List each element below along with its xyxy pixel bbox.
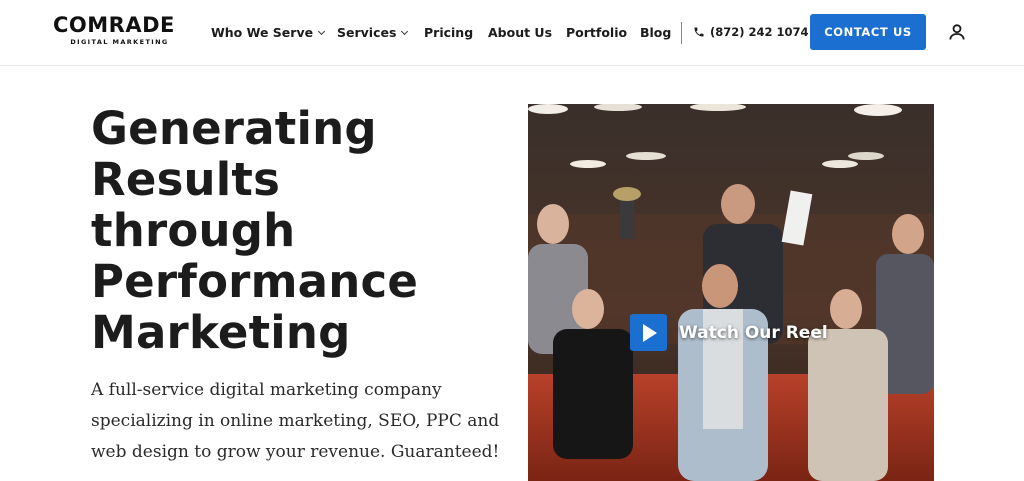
nav-item-label: Services	[337, 25, 397, 40]
hero-title-line: Results	[91, 153, 281, 206]
brand-name: COMRADE	[53, 13, 175, 37]
hero-title: Generating Results through Performance M…	[91, 103, 511, 358]
nav-item-about-us[interactable]: About Us	[488, 25, 552, 40]
nav-item-label: About Us	[488, 25, 553, 40]
nav-divider	[681, 22, 682, 44]
site-header: COMRADE DIGITAL MARKETING Who We Serve S…	[0, 0, 1024, 66]
hero-subtitle-line: A full-service digital marketing company	[91, 380, 442, 400]
hero-title-line: Performance	[91, 255, 419, 308]
nav-item-pricing[interactable]: Pricing	[424, 25, 473, 40]
nav-item-blog[interactable]: Blog	[640, 25, 671, 40]
brand-tagline: DIGITAL MARKETING	[70, 38, 169, 46]
chevron-down-icon	[318, 27, 326, 35]
hero-title-line: Generating	[91, 102, 377, 155]
watch-reel-label: Watch Our Reel	[679, 322, 828, 343]
nav-item-portfolio[interactable]: Portfolio	[566, 25, 627, 40]
hero-title-line: through	[91, 204, 296, 257]
phone-link[interactable]: (872) 242 1074	[693, 25, 809, 39]
nav-item-label: Portfolio	[566, 25, 628, 40]
watch-reel-button[interactable]: Watch Our Reel	[630, 314, 828, 351]
hero-subtitle: A full-service digital marketing company…	[91, 375, 500, 468]
hero-subtitle-line: web design to grow your revenue. Guarant…	[91, 442, 500, 462]
chevron-down-icon	[401, 27, 409, 35]
contact-us-button[interactable]: CONTACT US	[810, 14, 926, 50]
video-thumbnail[interactable]: Watch Our Reel	[528, 104, 934, 481]
team-photo	[528, 104, 934, 481]
brand-logo[interactable]: COMRADE DIGITAL MARKETING	[53, 14, 178, 50]
user-icon[interactable]	[947, 22, 967, 42]
hero-subtitle-line: specializing in online marketing, SEO, P…	[91, 411, 500, 431]
phone-number: (872) 242 1074	[710, 25, 809, 39]
nav-item-services[interactable]: Services	[337, 25, 409, 40]
nav-item-label: Blog	[640, 25, 672, 40]
nav-item-label: Pricing	[424, 25, 474, 40]
play-icon	[630, 314, 667, 351]
phone-icon	[694, 27, 704, 37]
nav-item-label: Who We Serve	[211, 25, 314, 40]
hero-title-line: Marketing	[91, 306, 351, 359]
nav-item-who-we-serve[interactable]: Who We Serve	[211, 25, 326, 40]
